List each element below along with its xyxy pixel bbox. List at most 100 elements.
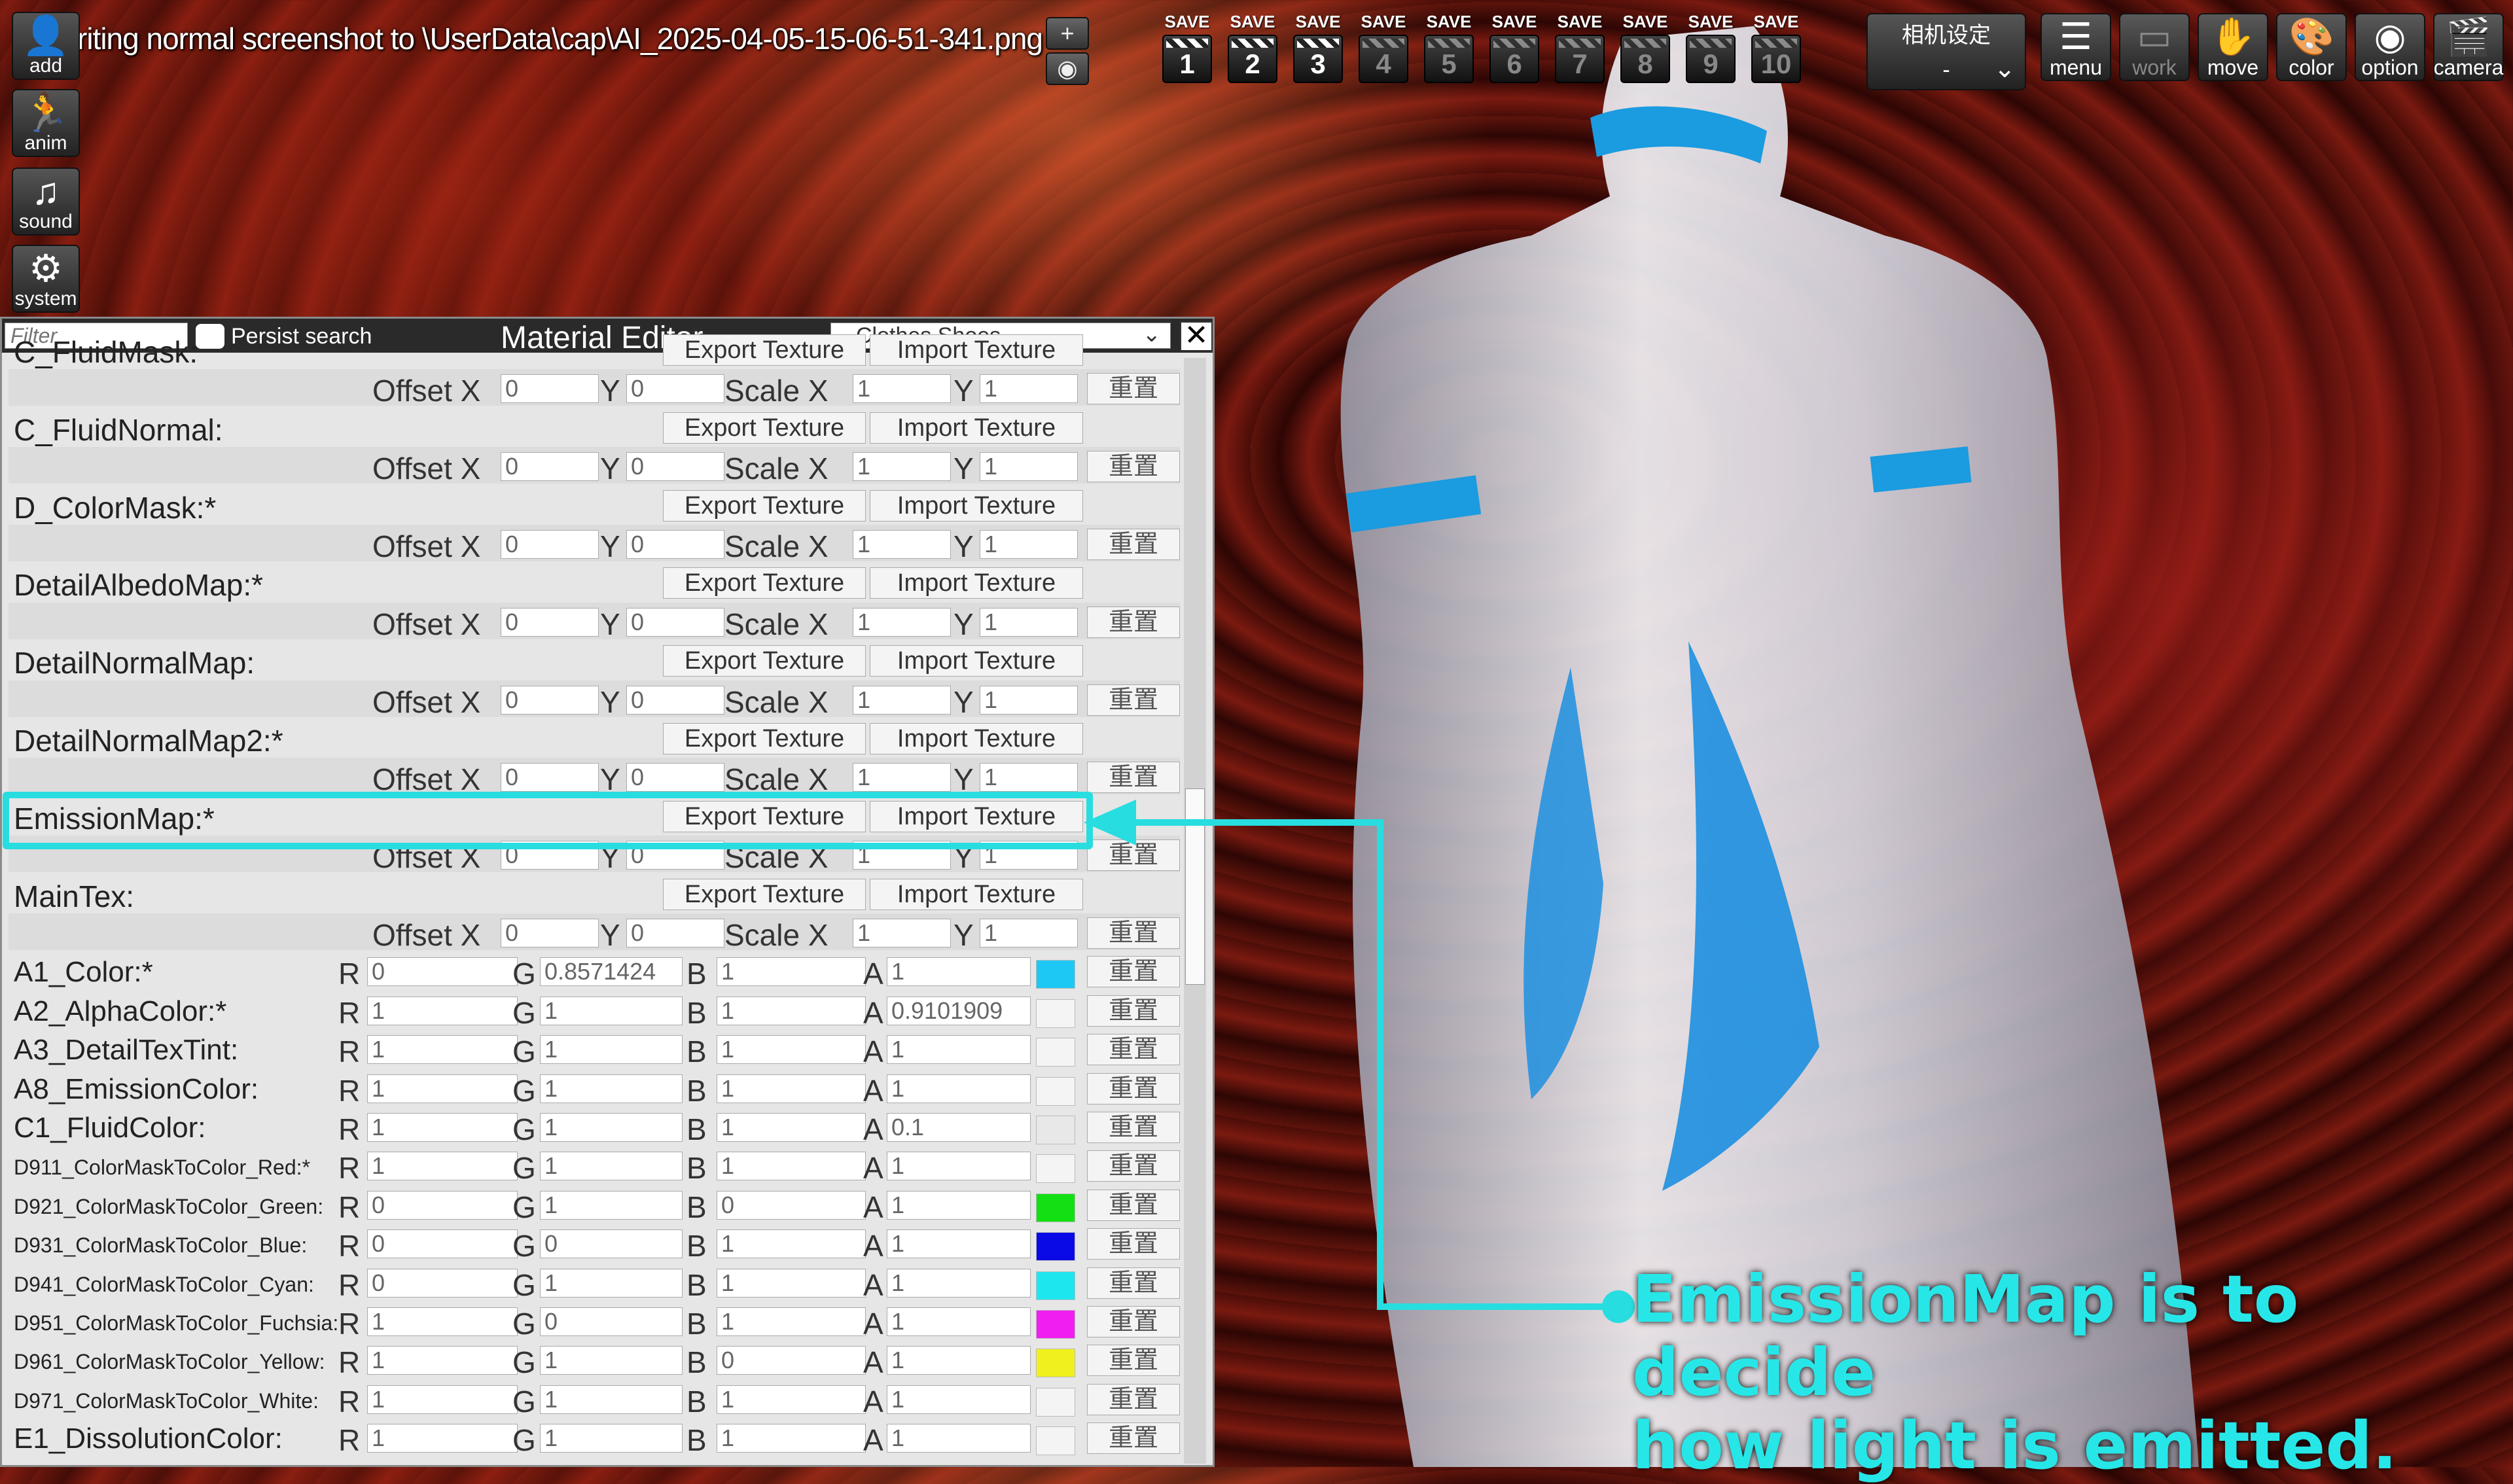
sidebar-add-button[interactable]: 👤 add bbox=[12, 12, 80, 80]
color-swatch[interactable] bbox=[1036, 1349, 1075, 1378]
menu-button[interactable]: ☰ menu bbox=[2041, 13, 2111, 81]
channel-g-field[interactable]: 1 bbox=[540, 996, 683, 1025]
export-texture-button[interactable]: Export Texture bbox=[663, 567, 866, 599]
channel-b-field[interactable]: 1 bbox=[717, 1152, 866, 1181]
scale-y-field[interactable]: 1 bbox=[980, 685, 1078, 715]
channel-a-field[interactable]: 1 bbox=[887, 1346, 1031, 1375]
camera-button[interactable]: 🎬 camera bbox=[2433, 13, 2504, 81]
offset-x-field[interactable]: 0 bbox=[501, 452, 599, 482]
channel-r-field[interactable]: 0 bbox=[367, 1268, 518, 1298]
import-texture-button[interactable]: Import Texture bbox=[870, 645, 1083, 677]
scale-y-field[interactable]: 1 bbox=[980, 452, 1078, 482]
reset-button[interactable]: 重置 bbox=[1087, 1267, 1180, 1299]
save-slot-10[interactable]: SAVE 10 bbox=[1747, 12, 1805, 89]
channel-g-field[interactable]: 1 bbox=[540, 1268, 683, 1298]
color-swatch[interactable] bbox=[1036, 1426, 1075, 1456]
offset-x-field[interactable]: 0 bbox=[501, 530, 599, 559]
reset-button[interactable]: 重置 bbox=[1087, 529, 1180, 560]
color-swatch[interactable] bbox=[1036, 1038, 1075, 1067]
channel-a-field[interactable]: 1 bbox=[887, 1035, 1031, 1065]
import-texture-button[interactable]: Import Texture bbox=[870, 567, 1083, 599]
reset-button[interactable]: 重置 bbox=[1087, 1306, 1180, 1337]
save-slot-5[interactable]: SAVE 5 bbox=[1420, 12, 1478, 89]
channel-r-field[interactable]: 1 bbox=[367, 1035, 518, 1065]
channel-b-field[interactable]: 1 bbox=[717, 1307, 866, 1336]
import-texture-button[interactable]: Import Texture bbox=[870, 723, 1083, 754]
save-slot-8[interactable]: SAVE 8 bbox=[1616, 12, 1674, 89]
color-swatch[interactable] bbox=[1036, 1271, 1075, 1300]
channel-b-field[interactable]: 1 bbox=[717, 1424, 866, 1453]
scale-x-field[interactable]: 1 bbox=[853, 763, 951, 792]
offset-y-field[interactable]: 0 bbox=[626, 607, 724, 637]
import-texture-button[interactable]: Import Texture bbox=[870, 334, 1083, 366]
export-texture-button[interactable]: Export Texture bbox=[663, 489, 866, 521]
reset-button[interactable]: 重置 bbox=[1087, 1150, 1180, 1182]
offset-y-field[interactable]: 0 bbox=[626, 530, 724, 559]
offset-y-field[interactable]: 0 bbox=[626, 763, 724, 792]
scale-x-field[interactable]: 1 bbox=[853, 607, 951, 637]
option-button[interactable]: ◉ option bbox=[2355, 13, 2425, 81]
sidebar-sound-button[interactable]: ♫ sound bbox=[12, 168, 80, 236]
channel-r-field[interactable]: 1 bbox=[367, 1385, 518, 1414]
offset-x-field[interactable]: 0 bbox=[501, 919, 599, 947]
import-texture-button[interactable]: Import Texture bbox=[870, 412, 1083, 444]
work-button[interactable]: ▭ work bbox=[2119, 13, 2190, 81]
channel-b-field[interactable]: 0 bbox=[717, 1190, 866, 1220]
reset-button[interactable]: 重置 bbox=[1087, 1422, 1180, 1455]
channel-r-field[interactable]: 1 bbox=[367, 1152, 518, 1181]
reset-button[interactable]: 重置 bbox=[1087, 1034, 1180, 1066]
channel-b-field[interactable]: 1 bbox=[717, 996, 866, 1025]
channel-g-field[interactable]: 1 bbox=[540, 1190, 683, 1220]
offset-y-field[interactable]: 0 bbox=[626, 685, 724, 715]
channel-b-field[interactable]: 1 bbox=[717, 1229, 866, 1259]
reset-button[interactable]: 重置 bbox=[1087, 1072, 1180, 1104]
channel-a-field[interactable]: 1 bbox=[887, 1424, 1031, 1453]
save-slot-9[interactable]: SAVE 9 bbox=[1682, 12, 1739, 89]
color-button[interactable]: 🎨 color bbox=[2276, 13, 2347, 81]
reset-button[interactable]: 重置 bbox=[1087, 1228, 1180, 1260]
reset-button[interactable]: 重置 bbox=[1087, 373, 1180, 405]
channel-g-field[interactable]: 0 bbox=[540, 1307, 683, 1336]
export-texture-button[interactable]: Export Texture bbox=[663, 723, 866, 754]
camera-setting-dropdown[interactable]: 相机设定 - ⌄ bbox=[1866, 13, 2026, 90]
import-texture-button[interactable]: Import Texture bbox=[870, 489, 1083, 521]
scale-y-field[interactable]: 1 bbox=[980, 530, 1078, 559]
reset-button[interactable]: 重置 bbox=[1087, 1383, 1180, 1415]
offset-x-field[interactable]: 0 bbox=[501, 763, 599, 792]
channel-r-field[interactable]: 1 bbox=[367, 1307, 518, 1336]
color-swatch[interactable] bbox=[1036, 998, 1075, 1028]
color-swatch[interactable] bbox=[1036, 1193, 1075, 1222]
reset-button[interactable]: 重置 bbox=[1087, 917, 1180, 949]
color-swatch[interactable] bbox=[1036, 1116, 1075, 1144]
color-swatch[interactable] bbox=[1036, 1154, 1075, 1184]
channel-r-field[interactable]: 1 bbox=[367, 1113, 518, 1142]
reset-button[interactable]: 重置 bbox=[1087, 1345, 1180, 1377]
visibility-eye-button[interactable]: ◉ bbox=[1046, 52, 1089, 85]
plus-button[interactable]: + bbox=[1046, 17, 1089, 50]
channel-a-field[interactable]: 1 bbox=[887, 1190, 1031, 1220]
offset-y-field[interactable]: 0 bbox=[626, 452, 724, 482]
channel-g-field[interactable]: 1 bbox=[540, 1074, 683, 1103]
reset-button[interactable]: 重置 bbox=[1087, 956, 1180, 988]
channel-r-field[interactable]: 1 bbox=[367, 1424, 518, 1453]
scale-y-field[interactable]: 1 bbox=[980, 763, 1078, 792]
color-swatch[interactable] bbox=[1036, 1310, 1075, 1339]
save-slot-4[interactable]: SAVE 4 bbox=[1355, 12, 1412, 89]
color-swatch[interactable] bbox=[1036, 960, 1075, 989]
move-button[interactable]: ✋ move bbox=[2198, 13, 2268, 81]
channel-g-field[interactable]: 1 bbox=[540, 1346, 683, 1375]
channel-r-field[interactable]: 1 bbox=[367, 1346, 518, 1375]
channel-b-field[interactable]: 1 bbox=[717, 1268, 866, 1298]
offset-x-field[interactable]: 0 bbox=[501, 374, 599, 404]
reset-button[interactable]: 重置 bbox=[1087, 995, 1180, 1027]
reset-button[interactable]: 重置 bbox=[1087, 762, 1180, 794]
scale-x-field[interactable]: 1 bbox=[853, 530, 951, 559]
channel-a-field[interactable]: 0.9101909 bbox=[887, 996, 1031, 1025]
offset-x-field[interactable]: 0 bbox=[501, 685, 599, 715]
channel-g-field[interactable]: 0 bbox=[540, 1229, 683, 1259]
save-slot-1[interactable]: SAVE 1 bbox=[1158, 12, 1216, 89]
channel-a-field[interactable]: 1 bbox=[887, 1229, 1031, 1259]
channel-a-field[interactable]: 1 bbox=[887, 1268, 1031, 1298]
channel-a-field[interactable]: 1 bbox=[887, 1074, 1031, 1103]
reset-button[interactable]: 重置 bbox=[1087, 684, 1180, 716]
